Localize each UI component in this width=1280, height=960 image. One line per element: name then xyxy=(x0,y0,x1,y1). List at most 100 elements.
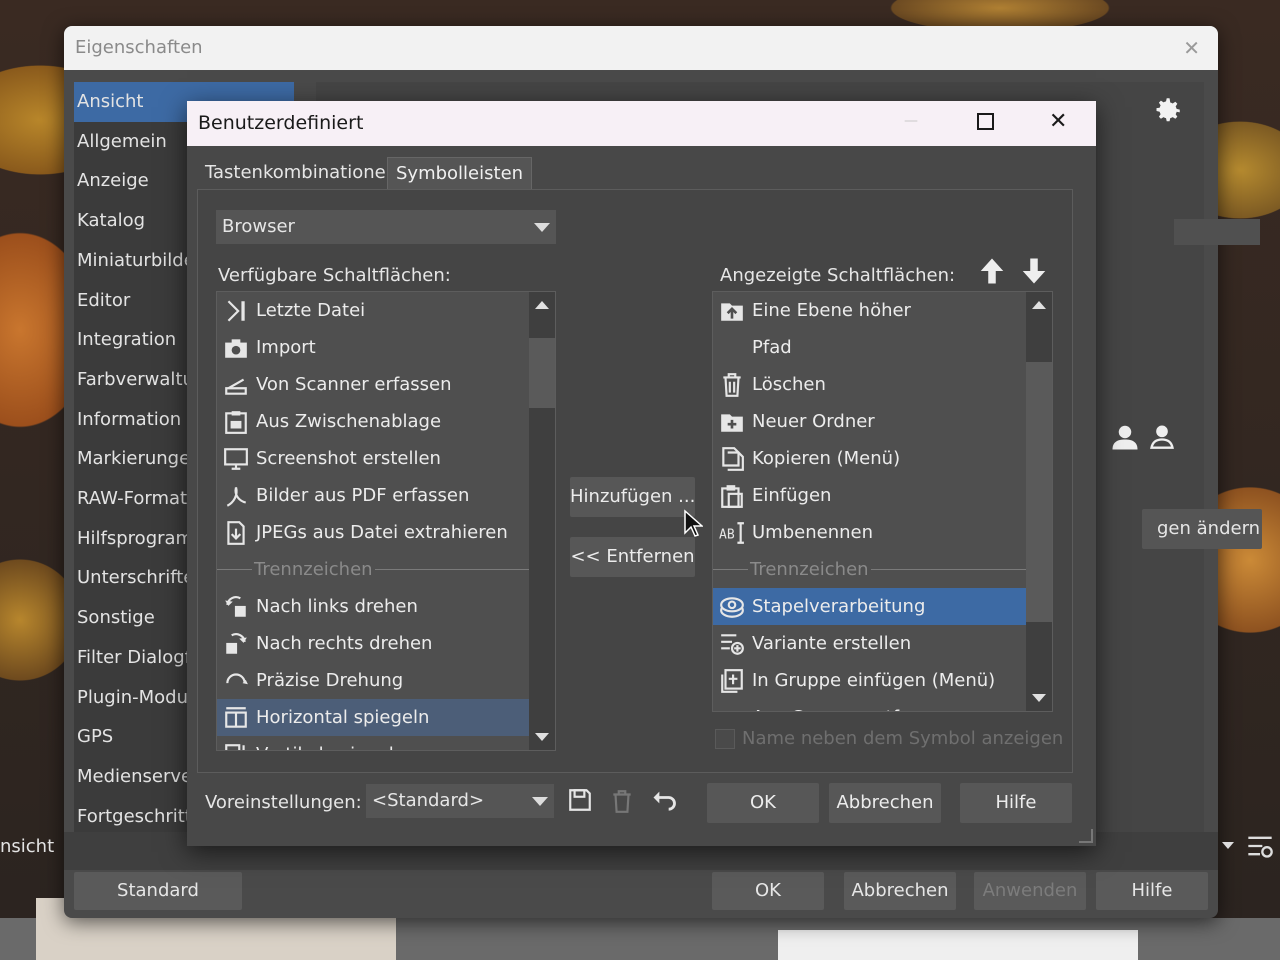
new-folder-icon xyxy=(721,414,743,432)
list-item[interactable]: Präzise Drehung xyxy=(217,662,529,699)
list-item[interactable]: Löschen xyxy=(713,366,1026,403)
list-item[interactable]: Pfad xyxy=(713,329,1026,366)
minimize-button[interactable]: — xyxy=(904,113,918,129)
scroll-down-icon[interactable] xyxy=(535,733,549,741)
standard-button[interactable]: Standard xyxy=(74,872,242,910)
add-button[interactable]: Hinzufügen ... xyxy=(570,477,695,517)
show-name-checkbox[interactable] xyxy=(715,729,735,749)
list-item[interactable]: Nach links drehen xyxy=(217,588,529,625)
list-item[interactable]: Vertikal spiegeln xyxy=(217,736,529,750)
ok-button[interactable]: OK xyxy=(712,872,824,910)
list-item[interactable]: Screenshot erstellen xyxy=(217,440,529,477)
close-button[interactable]: ✕ xyxy=(1049,109,1067,134)
mouse-cursor-icon xyxy=(684,509,703,537)
clipboard-icon xyxy=(225,411,247,434)
change-button[interactable]: gen ändern xyxy=(1142,509,1262,549)
list-item[interactable]: Aus Gruppe entfernen xyxy=(713,699,1026,711)
available-list[interactable]: Letzte Datei Import Von Scanner erfassen Au… xyxy=(216,291,556,751)
apply-button[interactable]: Anwenden xyxy=(974,872,1086,910)
list-item[interactable]: JPEGs aus Datei extrahieren xyxy=(217,514,529,551)
separator-label: Trennzeichen xyxy=(748,551,871,588)
person-icon[interactable] xyxy=(1110,422,1140,452)
list-item[interactable]: Neuer Ordner xyxy=(713,403,1026,440)
flip-horizontal-icon xyxy=(225,707,247,728)
list-item-label: JPEGs aus Datei extrahieren xyxy=(256,522,508,543)
scanner-icon xyxy=(225,378,247,395)
rotate-left-icon xyxy=(225,596,246,617)
list-item[interactable]: Bilder aus PDF erfassen xyxy=(217,477,529,514)
list-item-label: Nach links drehen xyxy=(256,596,418,617)
gear-icon[interactable] xyxy=(1150,94,1184,128)
trash-icon xyxy=(723,373,741,397)
list-item-label: Letzte Datei xyxy=(256,300,366,321)
settings-field[interactable] xyxy=(1174,219,1260,245)
toolbar-select-value: Browser xyxy=(222,216,295,237)
help-button[interactable]: Hilfe xyxy=(1096,872,1208,910)
list-item[interactable]: In Gruppe einfügen (Menü) xyxy=(713,662,1026,699)
list-item[interactable]: Letzte Datei xyxy=(217,292,529,329)
list-item-label: Neuer Ordner xyxy=(752,411,875,432)
rotate-precise-icon xyxy=(226,673,248,685)
list-item[interactable]: Stapelverarbeitung xyxy=(713,588,1026,625)
list-item-label: Import xyxy=(256,337,316,358)
chevron-down-icon[interactable] xyxy=(1222,842,1234,849)
toolbar-select[interactable]: Browser xyxy=(216,210,556,244)
separator-item[interactable]: Trennzeichen xyxy=(713,551,1026,588)
scrollbar[interactable] xyxy=(529,292,555,750)
list-item-label: Horizontal spiegeln xyxy=(256,707,430,728)
variant-icon xyxy=(721,634,744,655)
close-icon[interactable]: ✕ xyxy=(1183,36,1200,60)
presets-label: Voreinstellungen: xyxy=(205,792,362,813)
list-item[interactable]: Kopieren (Menü) xyxy=(713,440,1026,477)
tab-shortcuts[interactable]: Tastenkombinationen xyxy=(197,157,405,189)
ok-button[interactable]: OK xyxy=(707,783,819,823)
shown-label: Angezeigte Schaltflächen: xyxy=(720,265,956,286)
arrow-down-icon[interactable] xyxy=(1019,256,1049,286)
undo-icon[interactable] xyxy=(649,787,679,815)
person-upload-icon[interactable] xyxy=(1148,422,1176,450)
scroll-up-icon[interactable] xyxy=(535,301,549,309)
list-item-label: Variante erstellen xyxy=(752,633,912,654)
scroll-up-icon[interactable] xyxy=(1032,301,1046,309)
extract-icon xyxy=(227,521,245,545)
maximize-button[interactable] xyxy=(977,113,994,130)
help-button[interactable]: Hilfe xyxy=(960,783,1072,823)
list-item[interactable]: Eine Ebene höher xyxy=(713,292,1026,329)
save-icon[interactable] xyxy=(567,787,593,813)
properties-title-bar: Eigenschaften ✕ xyxy=(64,26,1218,70)
list-item[interactable]: Von Scanner erfassen xyxy=(217,366,529,403)
presets-select[interactable]: <Standard> xyxy=(366,784,554,818)
folder-up-icon xyxy=(721,303,743,321)
resize-grip[interactable] xyxy=(1079,829,1093,843)
scrollbar[interactable] xyxy=(1026,292,1052,711)
list-item[interactable]: Aus Zwischenablage xyxy=(217,403,529,440)
group-add-icon xyxy=(721,669,743,693)
remove-button[interactable]: << Entfernen xyxy=(570,537,695,577)
list-item-label: Pfad xyxy=(752,337,792,358)
list-item-label: Bilder aus PDF erfassen xyxy=(256,485,470,506)
scroll-down-icon[interactable] xyxy=(1032,694,1046,702)
scrollbar-thumb[interactable] xyxy=(1026,362,1052,622)
separator-item[interactable]: Trennzeichen xyxy=(217,551,529,588)
list-item[interactable]: Horizontal spiegeln xyxy=(217,699,529,736)
shown-list[interactable]: Eine Ebene höher Pfad Löschen Neuer Ordner K… xyxy=(712,291,1053,712)
list-item[interactable]: Import xyxy=(217,329,529,366)
show-name-label: Name neben dem Symbol anzeigen xyxy=(742,728,1064,749)
list-item[interactable]: Nach rechts drehen xyxy=(217,625,529,662)
paste-icon xyxy=(721,485,743,508)
list-item[interactable]: Einfügen xyxy=(713,477,1026,514)
cancel-button[interactable]: Abbrechen xyxy=(829,783,941,823)
separator-label: Trennzeichen xyxy=(252,551,375,588)
trash-icon[interactable] xyxy=(609,787,635,815)
list-item[interactable]: AB Umbenennen xyxy=(713,514,1026,551)
cancel-button[interactable]: Abbrechen xyxy=(844,872,956,910)
arrow-up-icon[interactable] xyxy=(977,256,1007,286)
flip-vertical-icon xyxy=(225,744,245,750)
scrollbar-thumb[interactable] xyxy=(529,338,555,408)
tab-toolbars[interactable]: Symbolleisten xyxy=(387,157,533,189)
filter-settings-icon[interactable] xyxy=(1245,832,1275,860)
customize-title-bar: Benutzerdefiniert — ✕ xyxy=(187,101,1096,146)
properties-title: Eigenschaften xyxy=(75,37,203,58)
list-item[interactable]: Variante erstellen xyxy=(713,625,1026,662)
view-label-partial: nsicht xyxy=(0,836,55,857)
